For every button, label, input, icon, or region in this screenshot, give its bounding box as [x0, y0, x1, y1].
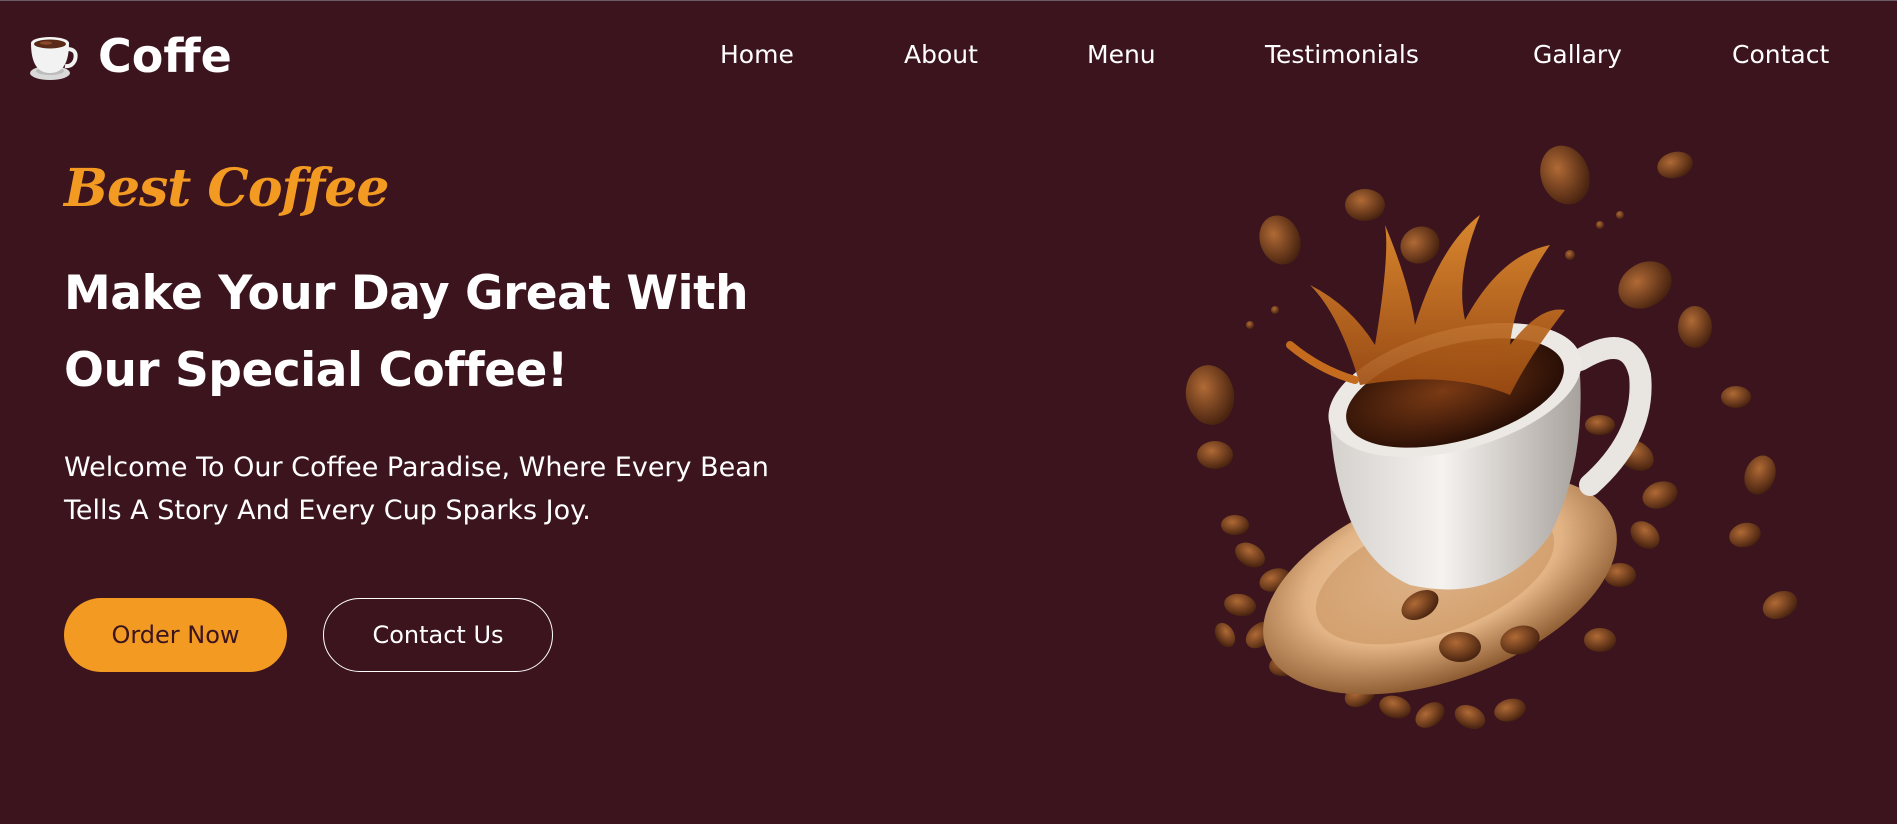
headline-line: Our Special Coffee!	[64, 343, 568, 398]
contact-us-button[interactable]: Contact Us	[323, 598, 553, 672]
nav-item-gallary[interactable]: Gallary	[1533, 38, 1622, 72]
hero-headline: Make Your Day Great With Our Special Cof…	[64, 255, 824, 409]
coffee-cup-splash-image	[1185, 145, 1798, 730]
description-line: Tells A Story And Every Cup Sparks Joy.	[64, 495, 591, 526]
nav-item-home[interactable]: Home	[720, 38, 794, 72]
description-line: Welcome To Our Coffee Paradise, Where Ev…	[64, 452, 769, 483]
nav-item-menu[interactable]: Menu	[1087, 38, 1156, 72]
hero-description: Welcome To Our Coffee Paradise, Where Ev…	[64, 446, 864, 532]
coffee-cup-icon	[30, 37, 78, 80]
nav-item-contact[interactable]: Contact	[1732, 38, 1829, 72]
headline-line: Make Your Day Great With	[64, 266, 749, 321]
order-now-button[interactable]: Order Now	[64, 598, 287, 672]
brand-logo[interactable]: Coffe	[26, 28, 232, 84]
nav-item-about[interactable]: About	[904, 38, 978, 72]
site-header: Coffe Home About Menu Testimonials Galla…	[0, 0, 1897, 110]
nav-item-testimonials[interactable]: Testimonials	[1265, 38, 1419, 72]
hero-tagline: Best Coffee	[64, 158, 389, 219]
brand-name: Coffe	[98, 29, 232, 83]
